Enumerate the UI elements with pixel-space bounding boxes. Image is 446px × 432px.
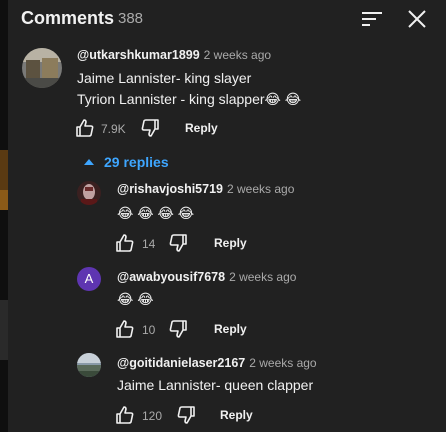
reply-text: 😂 😂 xyxy=(117,291,154,307)
video-edge-strip-detail xyxy=(0,150,8,190)
reply-item: @rishavjoshi5719 2 weeks ago 😂 😂 😂 😂 14 R… xyxy=(8,176,446,262)
comments-count: 388 xyxy=(118,10,144,27)
comment-text-line: Tyrion Lannister - king slapper😂 😂 xyxy=(77,91,302,107)
letter-avatar[interactable]: A xyxy=(77,267,101,291)
reply-actions: 10 Reply xyxy=(115,319,315,341)
close-icon[interactable] xyxy=(406,8,428,30)
reply-timestamp[interactable]: 2 weeks ago xyxy=(227,182,294,196)
like-count: 7.9K xyxy=(101,122,126,136)
comment-text-line: Jaime Lannister- king slayer xyxy=(77,70,252,86)
comment-actions: 7.9K Reply xyxy=(75,118,275,140)
thumbs-down-icon[interactable] xyxy=(176,405,196,425)
like-count: 120 xyxy=(142,409,163,423)
comment-timestamp[interactable]: 2 weeks ago xyxy=(204,48,271,62)
video-edge-strip-detail xyxy=(0,300,8,360)
reply-actions: 14 Reply xyxy=(115,233,315,255)
thumbs-down-icon[interactable] xyxy=(168,319,188,339)
video-edge-strip xyxy=(0,0,8,432)
reply-item: A @awabyousif7678 2 weeks ago 😂 😂 10 Repl… xyxy=(8,262,446,348)
photo-avatar-icon[interactable] xyxy=(22,48,62,88)
reply-author[interactable]: @goitidanielaser2167 2 weeks ago xyxy=(117,356,317,370)
photo-avatar-icon[interactable] xyxy=(77,181,101,205)
reply-button[interactable]: Reply xyxy=(214,322,247,336)
thumbs-up-icon[interactable] xyxy=(115,319,135,339)
like-count: 14 xyxy=(142,237,156,251)
comments-title: Comments xyxy=(21,8,115,28)
caret-up-icon xyxy=(84,159,94,165)
reply-button[interactable]: Reply xyxy=(214,236,247,250)
photo-avatar-icon[interactable] xyxy=(77,353,101,377)
thumbs-down-icon[interactable] xyxy=(168,233,188,253)
like-count: 10 xyxy=(142,323,156,337)
replies-toggle-button[interactable]: 29 replies xyxy=(84,154,169,174)
comment-author[interactable]: @utkarshkumar1899 2 weeks ago xyxy=(77,48,271,62)
reply-author[interactable]: @rishavjoshi5719 2 weeks ago xyxy=(117,182,294,196)
comments-header: Comments 388 xyxy=(8,0,446,38)
reply-button[interactable]: Reply xyxy=(185,121,218,135)
reply-actions: 120 Reply xyxy=(115,405,315,427)
reply-item: @goitidanielaser2167 2 weeks ago Jaime La… xyxy=(8,348,446,432)
reply-text: Jaime Lannister- queen clapper xyxy=(117,377,314,393)
reply-button[interactable]: Reply xyxy=(220,408,253,422)
reply-timestamp[interactable]: 2 weeks ago xyxy=(249,356,316,370)
replies-count: 29 replies xyxy=(104,154,169,170)
reply-text: 😂 😂 😂 😂 xyxy=(117,205,195,221)
thumbs-up-icon[interactable] xyxy=(115,405,135,425)
reply-timestamp[interactable]: 2 weeks ago xyxy=(229,270,296,284)
comments-panel: Comments 388 @utkarshkumar1899 2 weeks ag… xyxy=(8,0,446,432)
avatar-letter: A xyxy=(84,271,94,286)
video-edge-strip-detail xyxy=(0,190,8,210)
thumbs-up-icon[interactable] xyxy=(115,233,135,253)
thumbs-up-icon[interactable] xyxy=(75,118,95,138)
comment-thread: @utkarshkumar1899 2 weeks ago Jaime Lanni… xyxy=(8,40,446,150)
reply-author[interactable]: @awabyousif7678 2 weeks ago xyxy=(117,270,296,284)
sort-icon[interactable] xyxy=(360,9,384,29)
thumbs-down-icon[interactable] xyxy=(140,118,160,138)
